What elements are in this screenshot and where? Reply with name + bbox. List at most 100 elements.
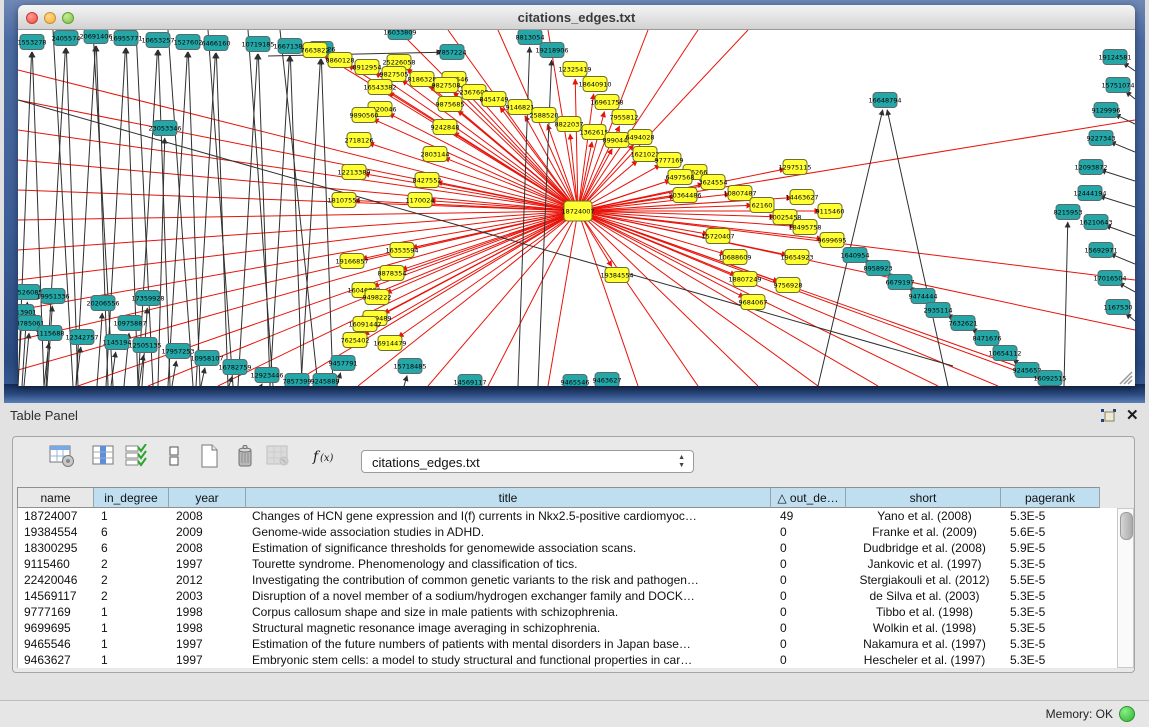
graph-node-label: 16091447 [348,320,381,328]
table-row[interactable]: 1872400712008Changes of HCN gene express… [18,508,1118,524]
table-scrollbar[interactable] [1117,508,1134,668]
cell-out_de: 0 [772,540,847,556]
cell-name: 9463627 [18,652,95,668]
citation-edge-black [1101,170,1135,181]
citation-edge-black [261,384,262,386]
scrollbar-thumb[interactable] [1120,512,1133,540]
delete-table-icon[interactable] [232,444,260,472]
table-body: 1872400712008Changes of HCN gene express… [17,508,1118,668]
graph-node-label: 16092515 [1033,374,1066,382]
new-file-icon[interactable] [196,444,224,472]
cell-title: Genome-wide association studies in ADHD. [247,524,772,540]
citation-edge-black [258,54,270,386]
table-row[interactable]: 946362711997Embryonic stem cells: a mode… [18,652,1118,668]
column-header-out_de[interactable]: △ out_de… [771,487,846,508]
table-row[interactable]: 1938455462009Genome-wide association stu… [18,524,1118,540]
graph-node-label: 9129996 [1092,106,1121,114]
graph-node-label: 19654923 [780,253,813,261]
table-row[interactable]: 2242004622012Investigating the contribut… [18,572,1118,588]
graph-node-label: 9245652 [1013,366,1042,374]
column-header-year[interactable]: year [169,487,246,508]
column-header-name[interactable]: name [17,487,94,508]
cell-name: 19384554 [18,524,95,540]
graph-node-label: 8822037 [555,120,584,128]
table-row[interactable]: 946554611997Estimation of the future num… [18,636,1118,652]
svg-text:(x): (x) [320,453,334,464]
function-builder-icon[interactable]: f(x) [311,444,339,472]
graph-node-label: 12444194 [1073,189,1106,197]
graph-node-label: 9684067 [739,298,768,306]
graph-node-label: 10958107 [190,354,223,362]
row-height-icon[interactable] [161,444,189,472]
cell-name: 9115460 [18,556,95,572]
table-settings-icon[interactable] [49,444,77,472]
cell-name: 9699695 [18,620,95,636]
column-header-short[interactable]: short [846,487,1001,508]
status-bar: Memory: OK [0,700,1149,727]
graph-node-label: 20691406 [79,32,112,40]
citation-edge-black [1064,222,1068,386]
graph-node-label: 6466160 [202,39,231,47]
citation-edge-red [578,94,594,211]
graph-node-label: 1170024 [406,196,435,204]
cell-title: Structural magnetic resonance image aver… [247,620,772,636]
select-rows-icon[interactable] [123,444,151,472]
column-header-title[interactable]: title [246,487,771,508]
column-select-icon[interactable] [91,444,119,472]
graph-node-label: 8215953 [1054,208,1083,216]
table-row[interactable]: 969969511998Structural magnetic resonanc… [18,620,1118,636]
delete-column-icon[interactable] [265,444,293,472]
graph-node-label: 12325419 [558,65,591,73]
cell-year: 2003 [170,588,247,604]
citation-edge-black [1110,142,1135,152]
citation-edge-black [168,52,187,386]
graph-node-label: 16543382 [363,83,396,91]
column-header-in_degree[interactable]: in_degree [94,487,169,508]
window-titlebar[interactable]: citations_edges.txt [18,5,1135,30]
citation-network-graph[interactable]: 1872400715532782405574206914061695577110… [18,30,1135,386]
table-row[interactable]: 1456911722003Disruption of a novel membe… [18,588,1118,604]
graph-node-label: 7955812 [610,113,639,121]
cell-short: Jankovic et al. (1997) [847,556,1002,572]
float-panel-icon[interactable] [1100,408,1118,424]
cell-year: 1998 [170,620,247,636]
graph-node-label: 9146821 [506,103,535,111]
citation-edge-black [97,313,102,386]
cell-title: Embryonic stem cells: a model to study s… [247,652,772,668]
cell-title: Tourette syndrome. Phenomenology and cla… [247,556,772,572]
citation-edge-black [208,30,233,386]
graph-node-label: 2935114 [924,306,953,314]
cell-title: Estimation of the future numbers of pati… [247,636,772,652]
graph-node-label: 9242848 [431,123,460,131]
citation-edge-black [1100,196,1135,207]
citation-edge-black [518,47,530,386]
graph-node-label: 8860128 [326,56,355,64]
network-canvas[interactable]: 1872400715532782405574206914061695577110… [18,30,1135,386]
graph-node-label: 9756928 [774,281,803,289]
graph-node-label: 2803144 [421,150,450,158]
graph-node-label: 14463627 [785,193,818,201]
dropdown-arrows-icon: ▲▼ [678,454,685,470]
graph-node-label: 9827505 [380,70,409,78]
graph-node-label: 7625402 [341,336,370,344]
graph-node-label: 19951336 [36,292,69,300]
table-row[interactable]: 1830029562008Estimation of significance … [18,540,1118,556]
graph-node-label: 10719185 [241,40,274,48]
graph-node-label: 9465546 [561,378,590,386]
resize-grip-icon[interactable] [1120,372,1132,384]
graph-node-label: 9827508 [432,81,461,89]
graph-node-label: 9890560 [350,111,379,119]
cell-in_degree: 2 [95,572,170,588]
table-row[interactable]: 977716911998Corpus callosum shape and si… [18,604,1118,620]
cell-out_de: 0 [772,636,847,652]
column-header-pagerank[interactable]: pagerank [1001,487,1100,508]
graph-node-label: 8471676 [973,334,1002,342]
cell-in_degree: 6 [95,540,170,556]
table-select-dropdown[interactable]: citations_edges.txt ▲▼ [361,450,694,473]
cell-short: Nakamura et al. (1997) [847,636,1002,652]
table-panel: Table Panel ✕ citations_edges.txt ▲▼ f(x… [0,403,1149,727]
close-panel-icon[interactable]: ✕ [1126,406,1142,424]
window-title: citations_edges.txt [18,10,1135,25]
graph-node-label: 8958923 [864,264,893,272]
table-row[interactable]: 911546021997Tourette syndrome. Phenomeno… [18,556,1118,572]
